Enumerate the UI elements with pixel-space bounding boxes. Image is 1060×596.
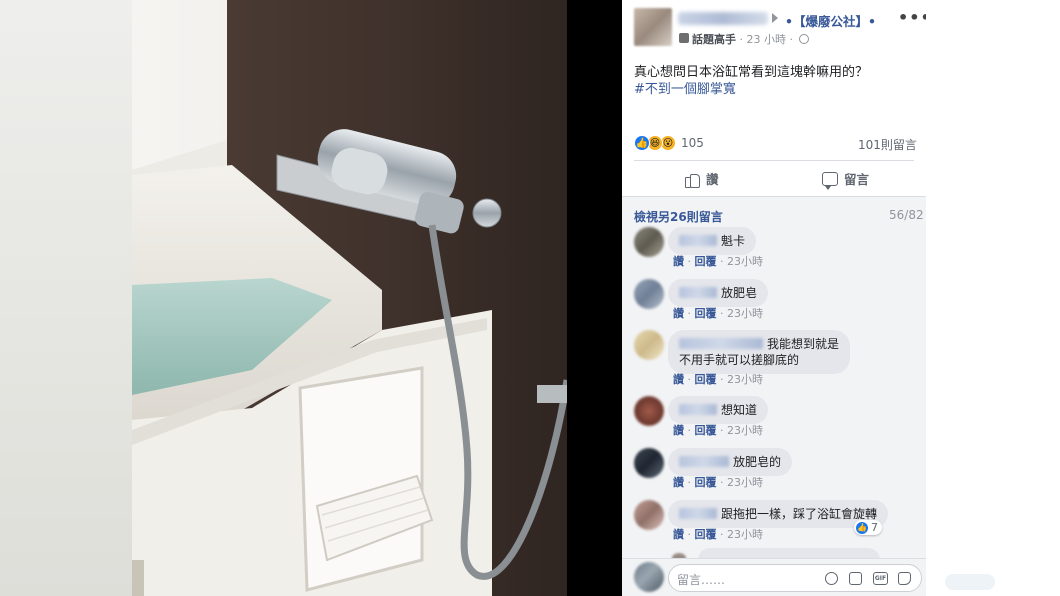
post-panel: •【爆廢公社】• ••• 話題高手 · 23 小時 · 真心想問日本浴缸常看到這… xyxy=(622,0,931,596)
comment-reply-link[interactable]: 回覆 xyxy=(695,528,717,541)
comment-bubble: 放肥皂的 xyxy=(668,448,793,476)
post-time[interactable]: 23 小時 xyxy=(747,33,787,46)
comment-reply-link[interactable]: 回覆 xyxy=(695,373,717,386)
post-hashtag[interactable]: #不到一個腳掌寬 xyxy=(634,81,736,98)
comment-text: 魁卡 xyxy=(721,234,746,248)
commenter-name-blurred[interactable] xyxy=(679,287,717,298)
commenter-avatar[interactable] xyxy=(634,396,664,426)
comment-like-link[interactable]: 讚 xyxy=(673,255,684,268)
commenter-avatar[interactable] xyxy=(634,330,664,360)
comment-input[interactable]: 留言…… GIF xyxy=(668,564,922,592)
author-name-blurred[interactable] xyxy=(678,12,768,25)
comment-icon xyxy=(822,171,838,190)
comment-text: 放肥皂的 xyxy=(733,455,782,469)
author-role-badge: 話題高手 xyxy=(692,33,736,46)
background-blur-left xyxy=(0,0,132,596)
like-reaction-icon: 👍 xyxy=(634,135,650,151)
comments-section xyxy=(622,197,926,596)
post-subline: 話題高手 · 23 小時 · xyxy=(692,31,809,47)
comment-label: 留言 xyxy=(844,172,870,187)
comment-text: 放肥皂 xyxy=(721,286,758,300)
comment-reply-link[interactable]: 回覆 xyxy=(695,307,717,320)
separator-dot: · xyxy=(789,33,797,46)
gif-icon[interactable]: GIF xyxy=(873,572,888,585)
view-more-comments-link[interactable]: 檢視另26則留言 xyxy=(634,208,723,225)
comment-time[interactable]: 23小時 xyxy=(727,476,763,489)
post-text: 真心想問日本浴缸常看到這塊幹嘛用的？ xyxy=(634,65,869,80)
like-label: 讚 xyxy=(706,172,719,187)
comment-like-link[interactable]: 讚 xyxy=(673,307,684,320)
author-avatar[interactable] xyxy=(634,8,672,46)
comment-bubble: 想知道 xyxy=(668,396,769,424)
camera-icon[interactable] xyxy=(849,572,862,585)
current-user-avatar xyxy=(634,562,664,592)
comment-button[interactable]: 留言 xyxy=(822,169,870,190)
post-photo[interactable] xyxy=(132,0,567,596)
comment-text: 我能想到就是 xyxy=(767,337,840,351)
comment-reply-link[interactable]: 回覆 xyxy=(695,255,717,268)
commenter-avatar[interactable] xyxy=(634,500,664,530)
comment-text: 跟拖把一樣，踩了浴缸會旋轉 xyxy=(721,507,878,521)
reaction-summary[interactable]: 👍 😆 😮 105 xyxy=(634,134,704,152)
commenter-name-blurred[interactable] xyxy=(679,456,729,467)
commenter-avatar[interactable] xyxy=(634,448,664,478)
comment-meta: 讚 · 回覆 · 23小時 xyxy=(673,307,763,320)
commenter-name-blurred[interactable] xyxy=(679,404,717,415)
comment-time[interactable]: 23小時 xyxy=(727,424,763,437)
group-name-link[interactable]: •【爆廢公社】• xyxy=(785,11,876,30)
separator-dot: · xyxy=(739,33,747,46)
arrow-right-icon xyxy=(772,13,778,23)
commenter-name-blurred[interactable] xyxy=(679,235,717,246)
comment-bubble: 我能想到就是 不用手就可以搓腳底的 xyxy=(668,330,851,374)
bathtub-photo-illustration xyxy=(132,0,567,596)
comment-like-link[interactable]: 讚 xyxy=(673,476,684,489)
comment-bubble: 魁卡 xyxy=(668,227,757,255)
background-blur-right xyxy=(945,574,995,590)
comment-text-line2: 不用手就可以搓腳底的 xyxy=(679,353,800,367)
comment-time[interactable]: 23小時 xyxy=(727,307,763,320)
commenter-name-blurred[interactable] xyxy=(679,338,763,349)
comments-pager: 56/82 xyxy=(889,208,924,222)
comment-time[interactable]: 23小時 xyxy=(727,373,763,386)
sticker-icon[interactable] xyxy=(898,572,911,585)
comment-meta: 讚 · 回覆 · 23小時 xyxy=(673,424,763,437)
comment-like-link[interactable]: 讚 xyxy=(673,528,684,541)
comment-reply-link[interactable]: 回覆 xyxy=(695,424,717,437)
reaction-count[interactable]: 105 xyxy=(681,136,704,150)
comment-like-link[interactable]: 讚 xyxy=(673,424,684,437)
background-right xyxy=(926,0,1060,596)
comment-text: 想知道 xyxy=(721,403,758,417)
commenter-name-blurred[interactable] xyxy=(679,508,717,519)
comment-input-placeholder: 留言…… xyxy=(677,573,726,587)
like-button[interactable]: 讚 xyxy=(684,169,719,188)
like-reaction-icon: 👍 xyxy=(856,521,868,534)
thumb-icon xyxy=(684,171,700,188)
comment-meta: 讚 · 回覆 · 23小時 xyxy=(673,373,763,386)
photo-divider xyxy=(567,0,622,596)
comment-reply-link[interactable]: 回覆 xyxy=(695,476,717,489)
commenter-avatar[interactable] xyxy=(634,279,664,309)
top-fan-badge-icon xyxy=(679,33,689,43)
comment-reaction-count[interactable]: 👍 7 xyxy=(854,520,882,535)
comment-count[interactable]: 101則留言 xyxy=(858,136,917,153)
comment-meta: 讚 · 回覆 · 23小時 xyxy=(673,255,763,268)
comment-meta: 讚 · 回覆 · 23小時 xyxy=(673,528,763,541)
comment-reaction-number: 7 xyxy=(871,521,878,534)
globe-icon xyxy=(798,34,809,44)
commenter-avatar[interactable] xyxy=(634,227,664,257)
smile-icon[interactable] xyxy=(825,572,838,585)
comment-like-link[interactable]: 讚 xyxy=(673,373,684,386)
divider xyxy=(634,160,914,161)
comment-time[interactable]: 23小時 xyxy=(727,528,763,541)
comment-time[interactable]: 23小時 xyxy=(727,255,763,268)
comment-meta: 讚 · 回覆 · 23小時 xyxy=(673,476,763,489)
comment-bubble: 放肥皂 xyxy=(668,279,769,307)
